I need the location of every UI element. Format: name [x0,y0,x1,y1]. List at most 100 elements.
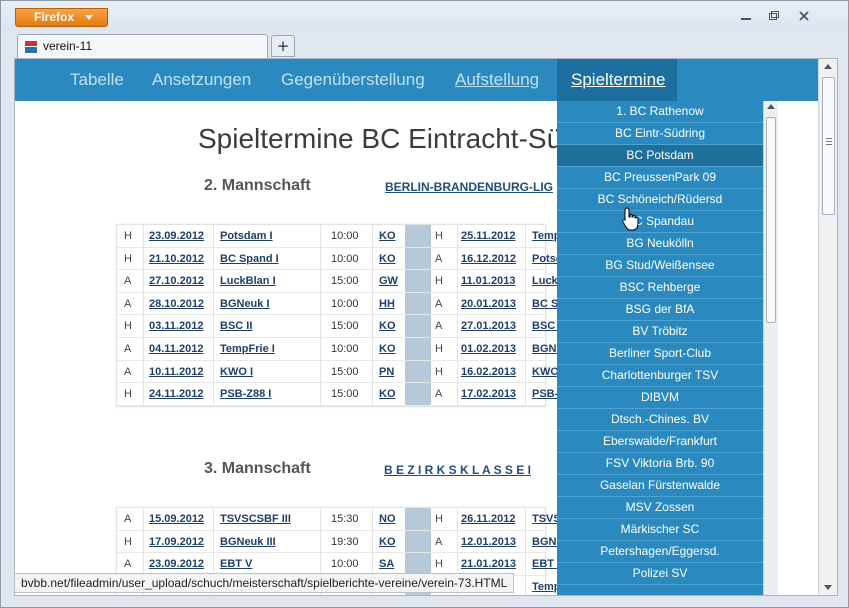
tab-bar: verein-11 + [1,31,848,58]
venue-link[interactable]: KO [379,230,396,242]
match-date-link[interactable]: 21.01.2013 [461,558,516,570]
match-time: 10:00 [331,558,359,571]
dropdown-club-item[interactable]: 1. BC Rathenow [557,101,763,123]
dropdown-club-item[interactable]: BG Neukölln [557,233,763,255]
team-heading: 2. Mannschaft [204,177,311,194]
dropdown-club-item[interactable]: BC Schöneich/Rüdersd [557,189,763,211]
opponent-link[interactable]: EBT V [220,558,252,570]
dropdown-club-item[interactable]: BSC Rehberge [557,277,763,299]
venue-link[interactable]: KO [379,253,396,265]
dropdown-club-item[interactable]: BC Eintr-Südring [557,123,763,145]
dropdown-club-item[interactable] [557,585,763,595]
club-dropdown-menu: 1. BC Rathenow BC Eintr-Südring BC Potsdam… [557,101,763,595]
home-away: H [124,252,132,265]
restore-icon [769,11,779,20]
venue-link[interactable]: KO [379,388,396,400]
nav-aufstellung[interactable]: Aufstellung [455,70,539,90]
dropdown-club-item[interactable]: MSV Zossen [557,497,763,519]
opponent-link[interactable]: BGNeuk I [220,298,270,310]
dropdown-club-item[interactable]: BV Tröbitz [557,321,763,343]
dropdown-club-item[interactable]: BSG der BfA [557,299,763,321]
opponent-link[interactable]: TempFrie I [220,343,275,355]
dropdown-club-item[interactable]: Eberswalde/Frankfurt [557,431,763,453]
opponent-link[interactable]: BC Spand I [220,253,279,265]
nav-spieltermine[interactable]: Spieltermine [557,59,677,101]
scroll-down-icon[interactable] [824,585,832,590]
venue-link[interactable]: HH [379,298,395,310]
dropdown-club-item[interactable]: Märkischer SC [557,519,763,541]
opponent-link[interactable]: TSVSCSBF III [220,513,291,525]
venue-link[interactable]: KO [379,536,396,548]
match-date-link[interactable]: 28.10.2012 [149,298,204,310]
match-date-link[interactable]: 26.11.2012 [461,513,515,525]
venue-link[interactable]: KO [379,343,396,355]
dropdown-club-item[interactable]: BC PreussenPark 09 [557,167,763,189]
venue-link[interactable]: NO [379,513,396,525]
match-date-link[interactable]: 03.11.2012 [149,320,203,332]
match-date-link[interactable]: 21.10.2012 [149,253,204,265]
nav-tabelle[interactable]: Tabelle [70,70,124,90]
opponent-link[interactable]: KWO I [220,366,253,378]
opponent-link[interactable]: KWO [532,366,559,378]
dropdown-club-item[interactable]: Polizei SV [557,563,763,585]
match-date-link[interactable]: 20.01.2013 [461,298,516,310]
opponent-link[interactable]: BGNeuk III [220,536,276,548]
match-date-link[interactable]: 23.09.2012 [149,230,204,242]
maximize-button[interactable] [763,10,785,24]
browser-tab[interactable]: verein-11 [17,34,268,58]
dropdown-club-item[interactable]: BC Potsdam [557,145,763,167]
scroll-up-icon[interactable] [824,64,832,69]
opponent-link[interactable]: BSC II [220,320,252,332]
page-scroll-thumb[interactable] [822,77,835,215]
match-date-link[interactable]: 27.01.2013 [461,320,516,332]
dropdown-club-item[interactable]: Berliner Sport-Club [557,343,763,365]
page-scrollbar[interactable] [818,59,837,595]
minimize-button[interactable] [735,10,757,24]
match-date-link[interactable]: 16.02.2013 [461,366,516,378]
match-date-link[interactable]: 04.11.2012 [149,343,203,355]
match-date-link[interactable]: 10.11.2012 [149,366,203,378]
schedule-table: H 23.09.2012 Potsdam I 10:00 KO H 25.11.2012 Te… [116,224,566,407]
match-date-link[interactable]: 12.01.2013 [461,536,516,548]
match-date-link[interactable]: 11.01.2013 [461,275,515,287]
close-window-button[interactable] [793,10,815,24]
nav-gegenueberstellung[interactable]: Gegenüberstellung [281,70,425,90]
opponent-link[interactable]: LuckBlan I [220,275,276,287]
home-away: H [124,320,132,333]
dropdown-club-item[interactable]: Gaselan Fürstenwalde [557,475,763,497]
home-away: A [124,513,132,525]
match-date-link[interactable]: 17.09.2012 [149,536,204,548]
venue-link[interactable]: SA [379,558,394,570]
dropdown-scroll-thumb[interactable] [766,117,776,323]
opponent-link[interactable]: PSB-Z88 I [220,388,271,400]
opponent-link[interactable]: Potsdam I [220,230,273,242]
match-date-link[interactable]: 24.11.2012 [149,388,203,400]
dropdown-club-item[interactable]: Petershagen/Eggersd. [557,541,763,563]
scroll-up-icon[interactable] [767,104,775,109]
match-date-link[interactable]: 16.12.2012 [461,253,516,265]
nav-ansetzungen[interactable]: Ansetzungen [152,70,251,90]
match-date-link[interactable]: 15.09.2012 [149,513,204,525]
dropdown-club-item[interactable]: Charlottenburger TSV [557,365,763,387]
league-link[interactable]: BERLIN-BRANDENBURG-LIG [385,180,553,194]
table-row: H 21.10.2012 BC Spand I 10:00 KO A 16.12.2012 P… [117,248,563,271]
dropdown-club-item[interactable]: Dtsch.-Chines. BV [557,409,763,431]
venue-link[interactable]: PN [379,366,394,378]
home-away: A [124,365,132,378]
match-date-link[interactable]: 27.10.2012 [149,275,204,287]
league-link[interactable]: B E Z I R K S K L A S S E I [384,463,531,477]
match-date-link[interactable]: 23.09.2012 [149,558,204,570]
dropdown-club-item[interactable]: BG Stud/Weißensee [557,255,763,277]
venue-link[interactable]: KO [379,320,396,332]
new-tab-button[interactable]: + [271,35,295,57]
firefox-menu-button[interactable]: Firefox [15,8,108,27]
dropdown-club-item[interactable]: FSV Viktoria Brb. 90 [557,453,763,475]
match-date-link[interactable]: 17.02.2013 [461,388,516,400]
venue-link[interactable]: GW [379,275,398,287]
match-time: 10:00 [331,342,359,355]
match-date-link[interactable]: 01.02.2013 [461,343,516,355]
dropdown-club-item[interactable]: BC Spandau [557,211,763,233]
match-date-link[interactable]: 25.11.2012 [461,230,515,242]
dropdown-club-item[interactable]: DIBVM [557,387,763,409]
dropdown-scrollbar[interactable] [763,101,778,595]
